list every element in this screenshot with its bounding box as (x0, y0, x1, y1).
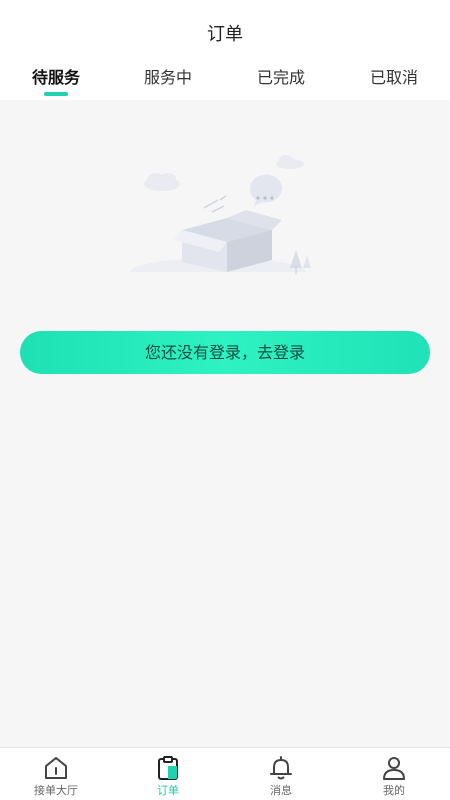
tab-label: 服务中 (143, 68, 192, 87)
page-title: 订单 (207, 24, 243, 45)
tab-label: 待服务 (31, 68, 80, 87)
user-icon (383, 757, 405, 780)
active-tab-indicator (44, 92, 68, 96)
nav-profile[interactable]: 我的 (338, 748, 450, 800)
tab-cancelled[interactable]: 已取消 (338, 64, 450, 88)
order-clipboard-icon (158, 756, 178, 780)
nav-label: 订单 (157, 784, 179, 797)
tab-label: 已取消 (369, 68, 418, 87)
order-status-tabs: 待服务 服务中 已完成 已取消 (0, 64, 450, 100)
header: 订单 待服务 服务中 已完成 已取消 (0, 0, 450, 100)
bell-icon (270, 756, 292, 780)
nav-order-hall[interactable]: 接单大厅 (0, 748, 112, 800)
nav-label: 我的 (383, 784, 405, 797)
tab-label: 已完成 (256, 68, 305, 87)
login-button[interactable]: 您还没有登录，去登录 (20, 331, 430, 374)
tab-in-service[interactable]: 服务中 (112, 64, 224, 88)
tab-completed[interactable]: 已完成 (225, 64, 337, 88)
nav-messages[interactable]: 消息 (225, 748, 337, 800)
nav-orders[interactable]: 订单 (112, 748, 224, 800)
tab-pending-service[interactable]: 待服务 (0, 64, 112, 96)
home-icon (45, 757, 67, 779)
empty-box-icon (120, 150, 330, 286)
nav-label: 消息 (270, 784, 292, 797)
bottom-nav: 接单大厅 订单 消息 我的 (0, 747, 450, 800)
nav-label: 接单大厅 (34, 784, 78, 797)
